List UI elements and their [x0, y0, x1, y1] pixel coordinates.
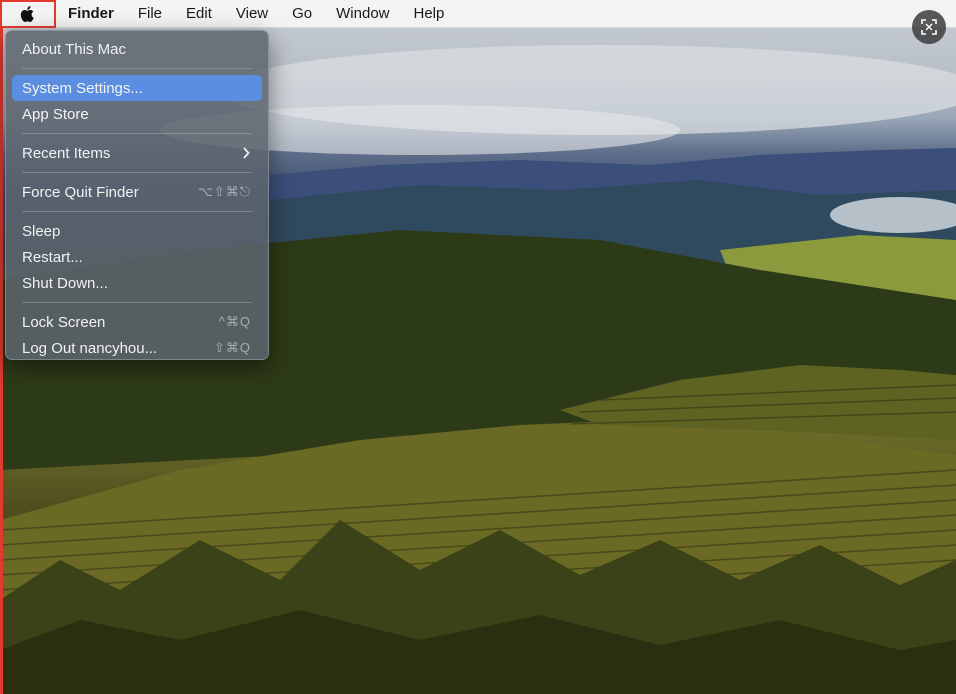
- menu-edit[interactable]: Edit: [174, 0, 224, 28]
- menu-item-label: App Store: [22, 105, 89, 123]
- apple-menu-dropdown: About This Mac System Settings... App St…: [5, 30, 269, 360]
- menu-item-label: Log Out nancyhou...: [22, 339, 158, 357]
- menu-bar: Finder File Edit View Go Window Help: [0, 0, 956, 28]
- menu-item-recent-items[interactable]: Recent Items: [12, 140, 262, 166]
- focus-edge-line: [0, 0, 3, 694]
- menu-item-log-out[interactable]: Log Out nancyhou... ⇧⌘Q: [12, 335, 262, 361]
- menu-separator: [22, 302, 252, 303]
- menu-finder[interactable]: Finder: [56, 0, 126, 28]
- menu-item-label: Sleep: [22, 222, 61, 240]
- menu-item-restart[interactable]: Restart...: [12, 244, 262, 270]
- menu-separator: [22, 172, 252, 173]
- menu-separator: [22, 211, 252, 212]
- screenshot-capture-icon[interactable]: [912, 10, 946, 44]
- menu-item-label: System Settings...: [22, 79, 143, 97]
- shortcut-text: ⌥⇧⌘⎋: [197, 184, 251, 199]
- menu-item-about-this-mac[interactable]: About This Mac: [12, 36, 262, 62]
- chevron-right-icon: [243, 147, 250, 159]
- menu-item-force-quit[interactable]: Force Quit Finder ⌥⇧⌘⎋: [12, 179, 262, 205]
- menu-separator: [22, 133, 252, 134]
- menu-item-label: Recent Items: [22, 144, 111, 162]
- menu-view[interactable]: View: [224, 0, 280, 28]
- shortcut-text: ⇧⌘Q: [213, 340, 251, 355]
- menu-item-system-settings[interactable]: System Settings...: [12, 75, 262, 101]
- menu-item-label: Restart...: [22, 248, 83, 266]
- menu-window[interactable]: Window: [324, 0, 401, 28]
- apple-logo-icon: [20, 5, 34, 22]
- shortcut-text: ^⌘Q: [218, 314, 251, 329]
- capture-frame-icon: [921, 19, 937, 35]
- menu-item-label: Lock Screen: [22, 313, 106, 331]
- menu-item-label: Force Quit Finder: [22, 183, 139, 201]
- menu-help[interactable]: Help: [402, 0, 457, 28]
- menu-item-label: Shut Down...: [22, 274, 108, 292]
- menu-item-shut-down[interactable]: Shut Down...: [12, 270, 262, 296]
- apple-menu-button[interactable]: [0, 0, 56, 28]
- menu-file[interactable]: File: [126, 0, 174, 28]
- menu-item-label: About This Mac: [22, 40, 126, 58]
- menu-separator: [22, 68, 252, 69]
- menu-item-lock-screen[interactable]: Lock Screen ^⌘Q: [12, 309, 262, 335]
- menu-go[interactable]: Go: [280, 0, 324, 28]
- menu-item-app-store[interactable]: App Store: [12, 101, 262, 127]
- menu-item-sleep[interactable]: Sleep: [12, 218, 262, 244]
